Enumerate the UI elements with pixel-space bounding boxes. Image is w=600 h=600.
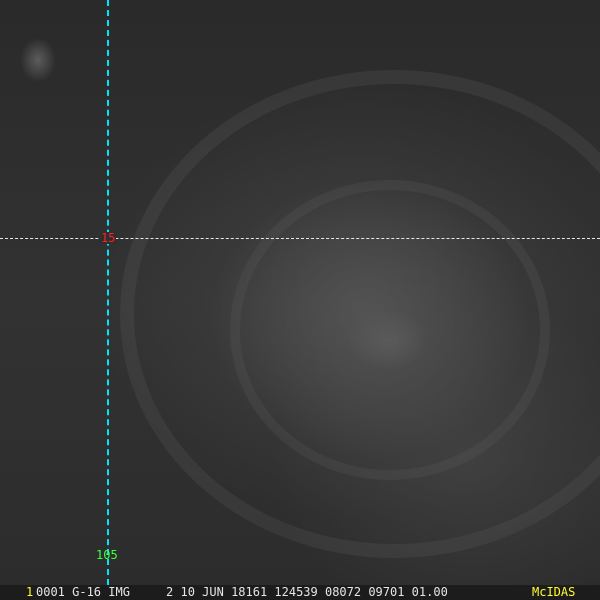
satellite-image-view: 15 105 1 0001 G-16 IMG 2 10 JUN 18161 12… [0,0,600,600]
image-info: 0001 G-16 IMG 2 10 JUN 18161 124539 0807… [36,585,448,599]
latitude-gridline [0,238,600,239]
cloud-band-inner [230,180,550,480]
longitude-gridline [107,0,109,585]
longitude-label: 105 [96,548,118,562]
mcidas-logo: McIDAS [532,585,576,599]
latitude-label: 15 [100,231,117,245]
status-bar: 1 0001 G-16 IMG 2 10 JUN 18161 124539 08… [0,585,600,600]
frame-number: 1 [26,585,34,599]
